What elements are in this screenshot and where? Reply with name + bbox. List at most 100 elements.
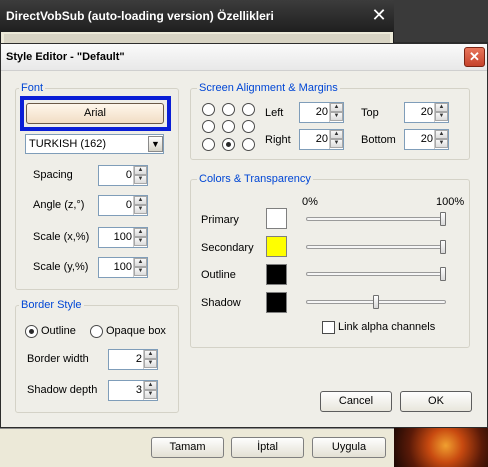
align-top-center-radio[interactable] (222, 103, 235, 116)
spin-up-icon[interactable]: ▲ (435, 103, 448, 112)
align-bottom-center-radio[interactable] (222, 138, 235, 151)
charset-value: TURKISH (162) (29, 138, 107, 150)
spin-up-icon[interactable]: ▲ (330, 130, 343, 139)
angle-label: Angle (z,°) (33, 199, 85, 211)
margin-top-label: Top (361, 107, 379, 119)
scale-x-value: 100 (113, 231, 132, 243)
spacing-value: 0 (125, 169, 132, 181)
spin-down-icon[interactable]: ▼ (134, 267, 147, 276)
parent-ok-button[interactable]: Tamam (151, 437, 224, 458)
spacing-spinner[interactable]: 0 ▲ ▼ (98, 165, 148, 186)
margin-bottom-label: Bottom (361, 134, 396, 146)
margin-top-value: 20 (420, 106, 433, 118)
align-middle-right-radio[interactable] (242, 120, 255, 133)
spin-up-icon[interactable]: ▲ (134, 196, 147, 205)
margin-bottom-value: 20 (420, 133, 433, 145)
alignment-group-label: Screen Alignment & Margins (197, 82, 340, 94)
parent-window-title: DirectVobSub (auto-loading version) Özel… (0, 0, 394, 32)
secondary-color-swatch[interactable] (266, 236, 287, 257)
spin-down-icon[interactable]: ▼ (435, 139, 448, 148)
primary-alpha-slider[interactable] (306, 217, 446, 221)
spin-down-icon[interactable]: ▼ (144, 359, 157, 368)
spin-down-icon[interactable]: ▼ (144, 390, 157, 399)
spin-down-icon[interactable]: ▼ (330, 112, 343, 121)
parent-cancel-button[interactable]: İptal (231, 437, 304, 458)
margin-top-spinner[interactable]: 20 ▲ ▼ (404, 102, 449, 123)
scale-y-value: 100 (113, 261, 132, 273)
scale-x-label: Scale (x,%) (33, 231, 90, 243)
shadow-depth-spinner[interactable]: 3 ▲ ▼ (108, 380, 158, 401)
color-row-label: Outline (201, 269, 236, 281)
spin-up-icon[interactable]: ▲ (330, 103, 343, 112)
spin-up-icon[interactable]: ▲ (435, 130, 448, 139)
color-row-label: Secondary (201, 242, 254, 254)
margin-right-label: Right (265, 134, 291, 146)
outline-color-swatch[interactable] (266, 264, 287, 285)
spin-down-icon[interactable]: ▼ (134, 175, 147, 184)
shadow-color-swatch[interactable] (266, 292, 287, 313)
alpha-scale-max: 100% (436, 196, 465, 208)
spin-up-icon[interactable]: ▲ (134, 258, 147, 267)
shadow-depth-label: Shadow depth (27, 384, 98, 396)
chevron-down-icon[interactable]: ▼ (148, 136, 163, 152)
link-alpha-label[interactable]: Link alpha channels (338, 321, 435, 333)
charset-select[interactable]: TURKISH (162) ▼ (25, 134, 164, 154)
spin-up-icon[interactable]: ▲ (134, 166, 147, 175)
angle-spinner[interactable]: 0 ▲ ▼ (98, 195, 148, 216)
primary-color-swatch[interactable] (266, 208, 287, 229)
opaque-box-radio[interactable] (90, 325, 103, 338)
spin-up-icon[interactable]: ▲ (134, 228, 147, 237)
ok-button[interactable]: OK (400, 391, 472, 412)
border-width-value: 2 (135, 353, 142, 365)
align-bottom-left-radio[interactable] (202, 138, 215, 151)
desktop-background (394, 0, 488, 42)
angle-value: 0 (125, 199, 132, 211)
slider-thumb[interactable] (440, 267, 446, 281)
parent-apply-button[interactable]: Uygula (312, 437, 386, 458)
align-top-right-radio[interactable] (242, 103, 255, 116)
parent-close-button[interactable]: ✕ (368, 5, 390, 26)
shadow-depth-value: 3 (135, 384, 142, 396)
color-row-label: Primary (201, 214, 239, 226)
scale-y-spinner[interactable]: 100 ▲ ▼ (98, 257, 148, 278)
spin-down-icon[interactable]: ▼ (134, 205, 147, 214)
dialog-close-button[interactable]: ✕ (464, 47, 485, 67)
scale-y-label: Scale (y,%) (33, 261, 89, 273)
border-width-spinner[interactable]: 2 ▲ ▼ (108, 349, 158, 370)
margin-left-spinner[interactable]: 20 ▲ ▼ (299, 102, 344, 123)
spin-up-icon[interactable]: ▲ (144, 381, 157, 390)
spin-down-icon[interactable]: ▼ (134, 237, 147, 246)
border-style-group-label: Border Style (19, 299, 84, 311)
outline-radio-label[interactable]: Outline (41, 325, 76, 337)
nebula-wallpaper (394, 428, 488, 467)
align-middle-center-radio[interactable] (222, 120, 235, 133)
colors-group-label: Colors & Transparency (197, 173, 313, 185)
spin-down-icon[interactable]: ▼ (330, 139, 343, 148)
align-bottom-right-radio[interactable] (242, 138, 255, 151)
alpha-scale-min: 0% (302, 196, 318, 208)
spacing-label: Spacing (33, 169, 73, 181)
spin-up-icon[interactable]: ▲ (144, 350, 157, 359)
font-group-label: Font (19, 82, 46, 94)
font-button[interactable]: Arial (26, 103, 164, 124)
slider-thumb[interactable] (440, 212, 446, 226)
secondary-alpha-slider[interactable] (306, 245, 446, 249)
align-top-left-radio[interactable] (202, 103, 215, 116)
margin-right-spinner[interactable]: 20 ▲ ▼ (299, 129, 344, 150)
margin-left-value: 20 (315, 106, 328, 118)
margin-left-label: Left (265, 107, 284, 119)
slider-thumb[interactable] (440, 240, 446, 254)
link-alpha-checkbox[interactable] (322, 321, 335, 334)
outline-radio[interactable] (25, 325, 38, 338)
outline-alpha-slider[interactable] (306, 272, 446, 276)
scale-x-spinner[interactable]: 100 ▲ ▼ (98, 227, 148, 248)
color-row-label: Shadow (201, 297, 241, 309)
border-width-label: Border width (27, 353, 89, 365)
slider-thumb[interactable] (373, 295, 379, 309)
align-middle-left-radio[interactable] (202, 120, 215, 133)
dialog-title: Style Editor - "Default" (1, 44, 487, 71)
cancel-button[interactable]: Cancel (320, 391, 392, 412)
margin-bottom-spinner[interactable]: 20 ▲ ▼ (404, 129, 449, 150)
opaque-box-radio-label[interactable]: Opaque box (106, 325, 166, 337)
spin-down-icon[interactable]: ▼ (435, 112, 448, 121)
